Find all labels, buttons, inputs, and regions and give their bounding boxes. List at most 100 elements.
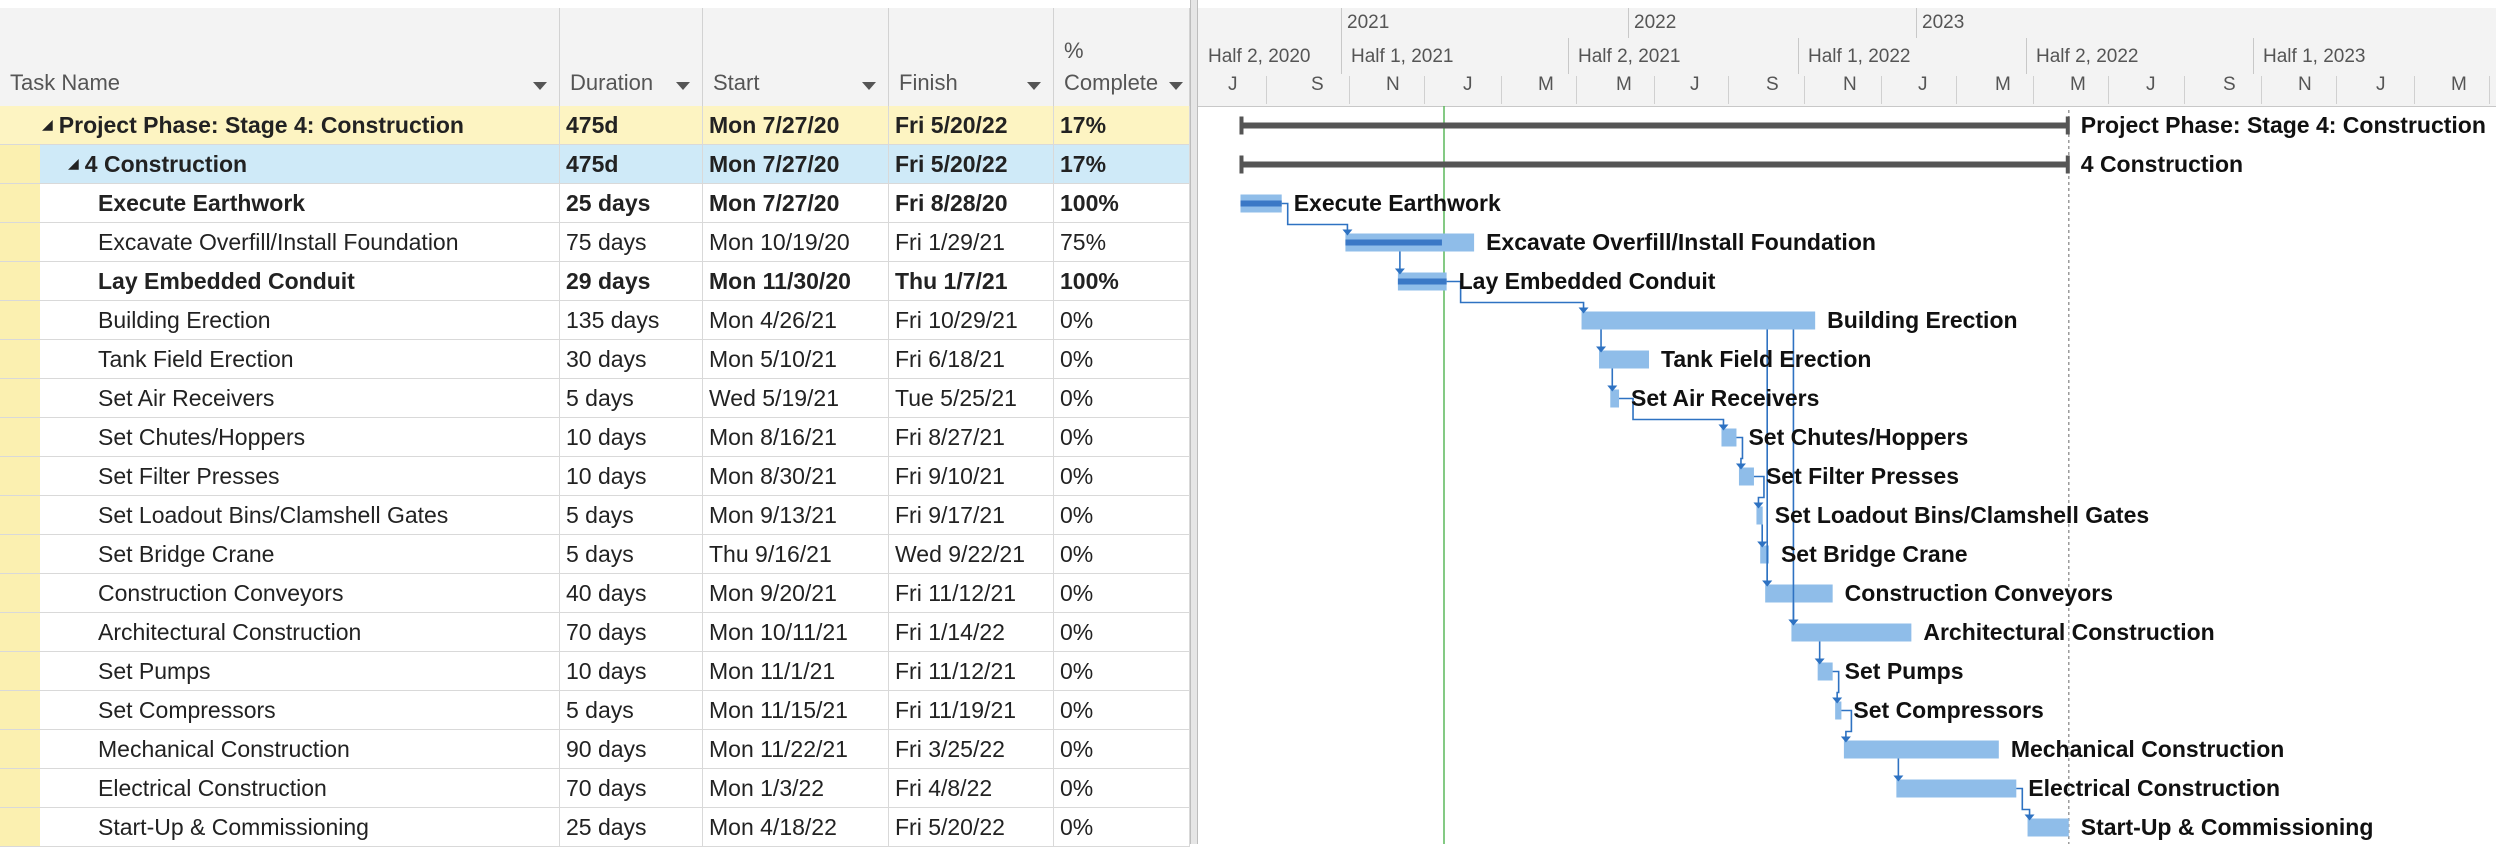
cell-duration[interactable]: 10 days: [560, 457, 703, 495]
cell-start[interactable]: Mon 5/10/21: [703, 340, 889, 378]
cell-complete[interactable]: 0%: [1054, 457, 1190, 495]
cell-finish[interactable]: Fri 5/20/22: [889, 808, 1054, 846]
cell-complete[interactable]: 0%: [1054, 613, 1190, 651]
cell-duration[interactable]: 5 days: [560, 535, 703, 573]
row-indicator[interactable]: [0, 769, 40, 807]
cell-start[interactable]: Mon 11/30/20: [703, 262, 889, 300]
cell-name[interactable]: Set Chutes/Hoppers: [40, 418, 560, 456]
cell-start[interactable]: Mon 7/27/20: [703, 184, 889, 222]
column-header-finish[interactable]: Finish: [889, 8, 1054, 106]
cell-finish[interactable]: Fri 10/29/21: [889, 301, 1054, 339]
cell-complete[interactable]: 0%: [1054, 379, 1190, 417]
table-row[interactable]: Excavate Overfill/Install Foundation 75 d…: [0, 223, 1190, 262]
cell-complete[interactable]: 0%: [1054, 496, 1190, 534]
cell-complete[interactable]: 0%: [1054, 730, 1190, 768]
cell-start[interactable]: Mon 8/16/21: [703, 418, 889, 456]
table-row[interactable]: Set Compressors 5 days Mon 11/15/21 Fri 11/…: [0, 691, 1190, 730]
cell-complete[interactable]: 100%: [1054, 184, 1190, 222]
table-row[interactable]: ◢ 4 Construction 475d Mon 7/27/20 Fri 5/20/2…: [0, 145, 1190, 184]
cell-finish[interactable]: Fri 5/20/22: [889, 106, 1054, 144]
column-header-start[interactable]: Start: [703, 8, 889, 106]
cell-duration[interactable]: 10 days: [560, 652, 703, 690]
cell-duration[interactable]: 75 days: [560, 223, 703, 261]
table-row[interactable]: Set Loadout Bins/Clamshell Gates 5 days Mo…: [0, 496, 1190, 535]
cell-complete[interactable]: 0%: [1054, 535, 1190, 573]
cell-finish[interactable]: Fri 11/19/21: [889, 691, 1054, 729]
dropdown-arrow-icon[interactable]: [676, 82, 690, 90]
cell-start[interactable]: Mon 10/11/21: [703, 613, 889, 651]
table-row[interactable]: Start-Up & Commissioning 25 days Mon 4/18/…: [0, 808, 1190, 847]
row-indicator[interactable]: [0, 301, 40, 339]
cell-start[interactable]: Mon 9/13/21: [703, 496, 889, 534]
row-indicator[interactable]: [0, 418, 40, 456]
cell-name[interactable]: Mechanical Construction: [40, 730, 560, 768]
row-indicator[interactable]: [0, 691, 40, 729]
cell-finish[interactable]: Fri 9/17/21: [889, 496, 1054, 534]
cell-complete[interactable]: 0%: [1054, 652, 1190, 690]
cell-start[interactable]: Mon 11/1/21: [703, 652, 889, 690]
cell-duration[interactable]: 25 days: [560, 808, 703, 846]
cell-name[interactable]: ◢ 4 Construction: [40, 145, 560, 183]
table-row[interactable]: Set Filter Presses 10 days Mon 8/30/21 Fri …: [0, 457, 1190, 496]
dropdown-arrow-icon[interactable]: [1027, 82, 1041, 90]
cell-start[interactable]: Wed 5/19/21: [703, 379, 889, 417]
collapse-triangle-icon[interactable]: ◢: [68, 145, 79, 182]
cell-finish[interactable]: Fri 8/27/21: [889, 418, 1054, 456]
dropdown-arrow-icon[interactable]: [1169, 82, 1183, 90]
cell-duration[interactable]: 10 days: [560, 418, 703, 456]
cell-complete[interactable]: 0%: [1054, 340, 1190, 378]
cell-complete[interactable]: 75%: [1054, 223, 1190, 261]
table-row[interactable]: Execute Earthwork 25 days Mon 7/27/20 Fri 8…: [0, 184, 1190, 223]
table-row[interactable]: Mechanical Construction 90 days Mon 11/22/…: [0, 730, 1190, 769]
cell-complete[interactable]: 0%: [1054, 769, 1190, 807]
row-indicator[interactable]: [0, 535, 40, 573]
column-header-task-name[interactable]: Task Name: [0, 8, 560, 106]
cell-start[interactable]: Mon 11/15/21: [703, 691, 889, 729]
column-header-duration[interactable]: Duration: [560, 8, 703, 106]
cell-start[interactable]: Mon 9/20/21: [703, 574, 889, 612]
cell-duration[interactable]: 70 days: [560, 769, 703, 807]
cell-name[interactable]: Execute Earthwork: [40, 184, 560, 222]
row-indicator[interactable]: [0, 340, 40, 378]
row-indicator[interactable]: [0, 223, 40, 261]
cell-name[interactable]: Start-Up & Commissioning: [40, 808, 560, 846]
cell-duration[interactable]: 30 days: [560, 340, 703, 378]
cell-name[interactable]: ◢ Project Phase: Stage 4: Construction: [40, 106, 560, 144]
cell-duration[interactable]: 475d: [560, 145, 703, 183]
cell-name[interactable]: Tank Field Erection: [40, 340, 560, 378]
cell-duration[interactable]: 5 days: [560, 691, 703, 729]
cell-finish[interactable]: Thu 1/7/21: [889, 262, 1054, 300]
cell-start[interactable]: Thu 9/16/21: [703, 535, 889, 573]
cell-complete[interactable]: 17%: [1054, 145, 1190, 183]
cell-duration[interactable]: 90 days: [560, 730, 703, 768]
cell-start[interactable]: Mon 1/3/22: [703, 769, 889, 807]
table-row[interactable]: Construction Conveyors 40 days Mon 9/20/21…: [0, 574, 1190, 613]
cell-finish[interactable]: Fri 11/12/21: [889, 652, 1054, 690]
cell-name[interactable]: Set Pumps: [40, 652, 560, 690]
cell-finish[interactable]: Fri 5/20/22: [889, 145, 1054, 183]
cell-finish[interactable]: Fri 6/18/21: [889, 340, 1054, 378]
cell-name[interactable]: Building Erection: [40, 301, 560, 339]
collapse-triangle-icon[interactable]: ◢: [42, 106, 53, 143]
cell-name[interactable]: Electrical Construction: [40, 769, 560, 807]
row-indicator[interactable]: [0, 457, 40, 495]
table-row[interactable]: Architectural Construction 70 days Mon 10/…: [0, 613, 1190, 652]
cell-duration[interactable]: 40 days: [560, 574, 703, 612]
row-indicator[interactable]: [0, 574, 40, 612]
row-indicator[interactable]: [0, 106, 40, 144]
cell-complete[interactable]: 0%: [1054, 808, 1190, 846]
cell-name[interactable]: Set Bridge Crane: [40, 535, 560, 573]
table-row[interactable]: Lay Embedded Conduit 29 days Mon 11/30/20 T…: [0, 262, 1190, 301]
cell-duration[interactable]: 5 days: [560, 496, 703, 534]
cell-duration[interactable]: 25 days: [560, 184, 703, 222]
cell-duration[interactable]: 135 days: [560, 301, 703, 339]
cell-duration[interactable]: 70 days: [560, 613, 703, 651]
cell-start[interactable]: Mon 7/27/20: [703, 145, 889, 183]
cell-finish[interactable]: Fri 1/29/21: [889, 223, 1054, 261]
cell-start[interactable]: Mon 4/18/22: [703, 808, 889, 846]
cell-complete[interactable]: 17%: [1054, 106, 1190, 144]
cell-name[interactable]: Excavate Overfill/Install Foundation: [40, 223, 560, 261]
cell-finish[interactable]: Fri 8/28/20: [889, 184, 1054, 222]
cell-start[interactable]: Mon 11/22/21: [703, 730, 889, 768]
table-row[interactable]: Electrical Construction 70 days Mon 1/3/22…: [0, 769, 1190, 808]
